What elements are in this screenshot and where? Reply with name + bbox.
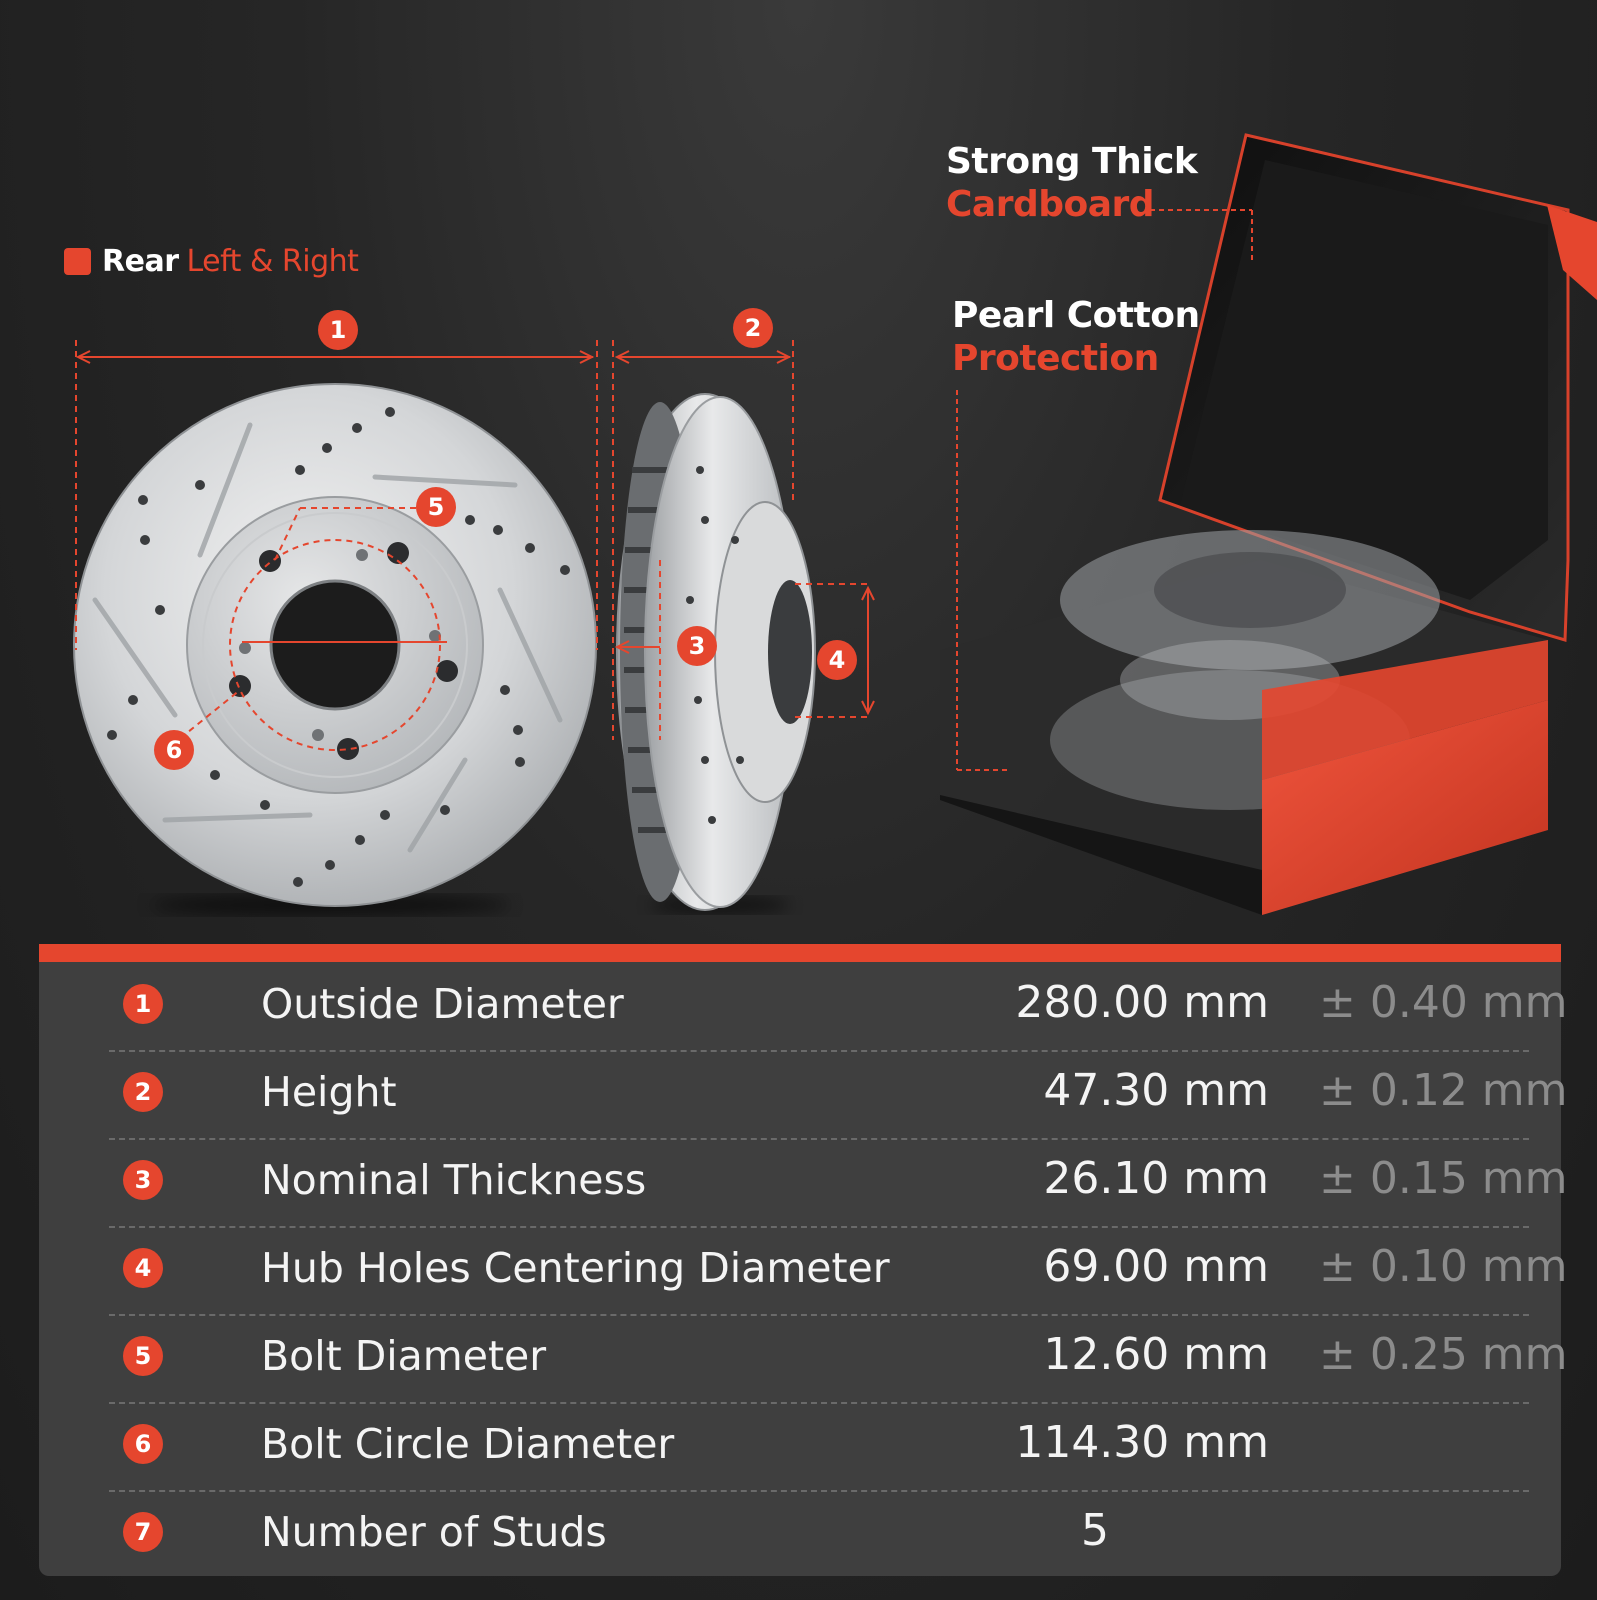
spec-name: Bolt Circle Diameter xyxy=(261,1420,675,1468)
spec-row-bolt-diameter: 5 Bolt Diameter 12.60 mm ± 0.25 mm xyxy=(109,1314,1568,1404)
spec-name: Hub Holes Centering Diameter xyxy=(261,1244,890,1292)
cardboard-label: Strong Thick Cardboard xyxy=(946,140,1198,226)
spec-tolerance: ± 0.40 mm xyxy=(1319,977,1568,1028)
spec-name: Bolt Diameter xyxy=(261,1332,547,1380)
spec-value: 12.60 mm xyxy=(1043,1329,1269,1380)
callout-4: 4 xyxy=(817,640,857,680)
callout-3: 3 xyxy=(677,626,717,666)
spec-row-nominal-thickness: 3 Nominal Thickness 26.10 mm ± 0.15 mm xyxy=(109,1138,1568,1228)
spec-tolerance: ± 0.25 mm xyxy=(1319,1329,1568,1380)
brake-rotor-front-view xyxy=(73,383,597,907)
callout-6: 6 xyxy=(154,730,194,770)
position-swatch xyxy=(64,248,91,275)
product-illustration xyxy=(73,133,1597,915)
pearl-line2: Protection xyxy=(952,338,1159,379)
spec-row-outside-diameter: 1 Outside Diameter 280.00 mm ± 0.40 mm xyxy=(109,962,1568,1052)
spec-row-bolt-circle: 6 Bolt Circle Diameter 114.30 mm xyxy=(109,1402,1529,1492)
callout-5: 5 xyxy=(416,487,456,527)
cardboard-line2: Cardboard xyxy=(946,184,1155,225)
spec-name: Number of Studs xyxy=(261,1508,607,1556)
spec-tolerance: ± 0.12 mm xyxy=(1319,1065,1568,1116)
callout-1: 1 xyxy=(318,310,358,350)
spec-number: 6 xyxy=(123,1424,163,1464)
spec-row-hub-diameter: 4 Hub Holes Centering Diameter 69.00 mm … xyxy=(109,1226,1568,1316)
spec-name: Nominal Thickness xyxy=(261,1156,647,1204)
spec-name: Height xyxy=(261,1068,397,1116)
callout-2: 2 xyxy=(733,308,773,348)
spec-value: 5 xyxy=(1081,1505,1109,1556)
spec-tolerance: ± 0.15 mm xyxy=(1319,1153,1568,1204)
pearl-line1: Pearl Cotton xyxy=(952,295,1200,336)
spec-value: 69.00 mm xyxy=(1043,1241,1269,1292)
spec-value: 280.00 mm xyxy=(1015,977,1269,1028)
position-rear: Rear xyxy=(102,244,179,279)
spec-number: 5 xyxy=(123,1336,163,1376)
cardboard-line1: Strong Thick xyxy=(946,141,1198,182)
spec-table: 1 Outside Diameter 280.00 mm ± 0.40 mm 2… xyxy=(39,944,1568,1578)
spec-value: 47.30 mm xyxy=(1043,1065,1269,1116)
position-label: Rear Left & Right xyxy=(64,244,359,279)
spec-number: 1 xyxy=(123,984,163,1024)
spec-value: 114.30 mm xyxy=(1015,1417,1269,1468)
spec-number: 3 xyxy=(123,1160,163,1200)
spec-name: Outside Diameter xyxy=(261,980,624,1028)
spec-number: 4 xyxy=(123,1248,163,1288)
spec-row-number-of-studs: 7 Number of Studs 5 xyxy=(109,1490,1529,1578)
pearl-cotton-label: Pearl Cotton Protection xyxy=(952,294,1200,380)
spec-row-height: 2 Height 47.30 mm ± 0.12 mm xyxy=(109,1050,1568,1140)
spec-tolerance: ± 0.10 mm xyxy=(1319,1241,1568,1292)
product-infographic: 1 2 3 4 5 6 Rear Left & Right Strong Thi… xyxy=(0,0,1597,1600)
spec-value: 26.10 mm xyxy=(1043,1153,1269,1204)
packaging-box xyxy=(940,133,1597,915)
position-sides: Left & Right xyxy=(186,244,359,279)
spec-number: 2 xyxy=(123,1072,163,1112)
spec-number: 7 xyxy=(123,1512,163,1552)
